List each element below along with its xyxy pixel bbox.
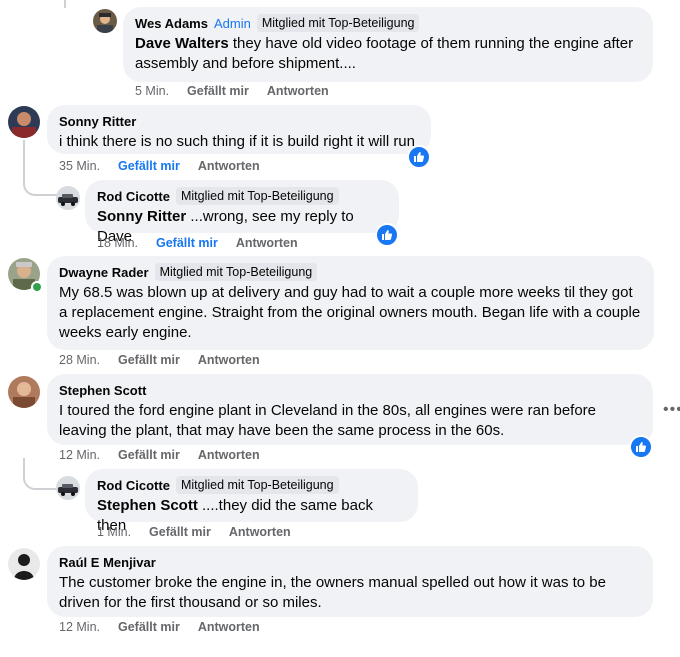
reply-button[interactable]: Antworten xyxy=(198,620,260,634)
comment-bubble: Rod Cicotte Mitglied mit Top-Beteiligung… xyxy=(85,180,399,245)
avatar[interactable] xyxy=(8,548,40,580)
comment-actions: 18 Min. Gefällt mir Antworten xyxy=(97,236,298,250)
admin-role: Admin xyxy=(213,15,251,31)
avatar[interactable] xyxy=(56,186,80,210)
like-reaction-icon[interactable] xyxy=(629,435,653,459)
member-badge: Mitglied mit Top-Beteiligung xyxy=(175,187,339,205)
like-button[interactable]: Gefällt mir xyxy=(187,84,249,98)
author-name[interactable]: Rod Cicotte xyxy=(97,189,170,204)
like-button[interactable]: Gefällt mir xyxy=(149,525,211,539)
comment-bubble: Raúl E Menjivar The customer broke the e… xyxy=(47,546,653,617)
mention-link[interactable]: Sonny Ritter xyxy=(97,208,186,225)
comment-actions: 28 Min. Gefällt mir Antworten xyxy=(59,353,260,367)
online-status-dot xyxy=(31,281,43,293)
author-name[interactable]: Dwayne Rader xyxy=(59,265,149,280)
author-name[interactable]: Raúl E Menjivar xyxy=(59,555,156,570)
comment-text: Dave Walters they have old video footage… xyxy=(135,35,634,72)
comment-actions: 1 Min. Gefällt mir Antworten xyxy=(97,525,291,539)
comment-bubble: Wes Adams Admin Mitglied mit Top-Beteili… xyxy=(123,7,653,82)
timestamp[interactable]: 18 Min. xyxy=(97,236,138,250)
more-options-icon[interactable]: ••• xyxy=(663,402,680,418)
comment-text: The customer broke the engine in, the ow… xyxy=(59,574,606,611)
comment-actions: 5 Min. Gefällt mir Antworten xyxy=(135,84,329,98)
member-badge: Mitglied mit Top-Beteiligung xyxy=(256,14,420,32)
author-name[interactable]: Rod Cicotte xyxy=(97,478,170,493)
reply-button[interactable]: Antworten xyxy=(267,84,329,98)
timestamp[interactable]: 12 Min. xyxy=(59,448,100,462)
avatar[interactable] xyxy=(8,376,40,408)
timestamp[interactable]: 1 Min. xyxy=(97,525,131,539)
like-button[interactable]: Gefällt mir xyxy=(118,620,180,634)
comment-bubble: Rod Cicotte Mitglied mit Top-Beteiligung… xyxy=(85,469,418,534)
reply-button[interactable]: Antworten xyxy=(236,236,298,250)
reply-button[interactable]: Antworten xyxy=(198,159,260,173)
avatar[interactable] xyxy=(8,106,40,138)
like-reaction-icon[interactable] xyxy=(407,145,431,169)
comment-bubble: Dwayne Rader Mitglied mit Top-Beteiligun… xyxy=(47,256,654,350)
reply-button[interactable]: Antworten xyxy=(198,353,260,367)
reply-button[interactable]: Antworten xyxy=(198,448,260,462)
comment-bubble: Sonny Ritter i think there is no such th… xyxy=(47,105,431,154)
comment-bubble: Stephen Scott I toured the ford engine p… xyxy=(47,374,653,445)
comment-text: My 68.5 was blown up at delivery and guy… xyxy=(59,284,641,341)
comment-actions: 35 Min. Gefällt mir Antworten xyxy=(59,159,260,173)
author-name[interactable]: Sonny Ritter xyxy=(59,114,136,129)
comment-actions: 12 Min. Gefällt mir Antworten xyxy=(59,448,260,462)
author-name[interactable]: Wes Adams xyxy=(135,16,208,31)
like-button[interactable]: Gefällt mir xyxy=(118,448,180,462)
like-button[interactable]: Gefällt mir xyxy=(156,236,218,250)
timestamp[interactable]: 12 Min. xyxy=(59,620,100,634)
author-name[interactable]: Stephen Scott xyxy=(59,383,146,398)
avatar[interactable] xyxy=(56,476,80,500)
mention-link[interactable]: Dave Walters xyxy=(135,35,229,52)
thread-curve xyxy=(23,458,57,490)
avatar[interactable] xyxy=(93,9,117,33)
thread-line xyxy=(64,0,66,8)
member-badge: Mitglied mit Top-Beteiligung xyxy=(154,263,318,281)
timestamp[interactable]: 28 Min. xyxy=(59,353,100,367)
comment-text: I toured the ford engine plant in Clevel… xyxy=(59,402,597,439)
comment-text: i think there is no such thing if it is … xyxy=(59,133,415,150)
like-button[interactable]: Gefällt mir xyxy=(118,353,180,367)
timestamp[interactable]: 5 Min. xyxy=(135,84,169,98)
comment-actions: 12 Min. Gefällt mir Antworten xyxy=(59,620,260,634)
reply-button[interactable]: Antworten xyxy=(229,525,291,539)
like-button[interactable]: Gefällt mir xyxy=(118,159,180,173)
mention-link[interactable]: Stephen Scott xyxy=(97,497,198,514)
like-reaction-icon[interactable] xyxy=(375,223,399,247)
timestamp[interactable]: 35 Min. xyxy=(59,159,100,173)
member-badge: Mitglied mit Top-Beteiligung xyxy=(175,476,339,494)
